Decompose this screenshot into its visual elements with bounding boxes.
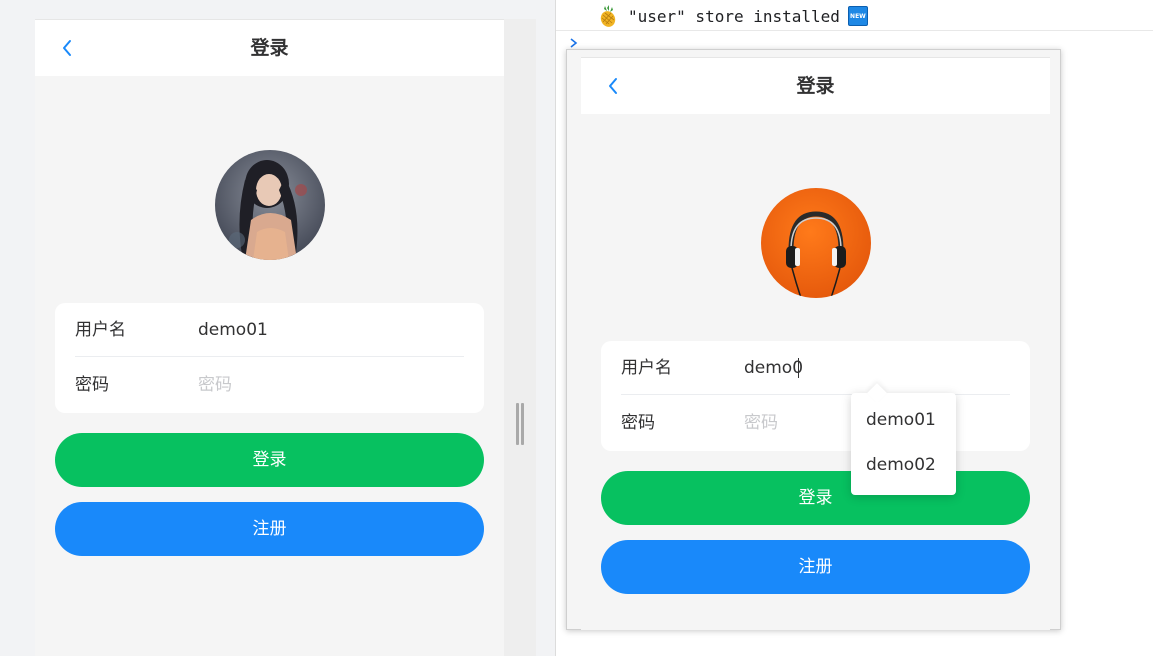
right-app-screen: 登录 用户名 demo0 密码 登录 注册: [581, 57, 1050, 630]
resize-grip-line: [521, 403, 524, 445]
login-form: 用户名 密码: [601, 341, 1030, 451]
console-message: "user" store installed NEW: [596, 5, 868, 27]
avatar: [215, 150, 325, 260]
password-row: 密码: [75, 358, 464, 412]
autocomplete-option[interactable]: demo01: [866, 408, 936, 432]
nav-bar: 登录: [581, 57, 1050, 114]
password-label: 密码: [621, 413, 655, 433]
nav-title: 登录: [250, 37, 289, 59]
autocomplete-option[interactable]: demo02: [866, 453, 936, 477]
autocomplete-dropdown: demo01 demo02: [851, 383, 956, 495]
login-button[interactable]: 登录: [601, 471, 1030, 525]
username-label: 用户名: [621, 358, 672, 378]
chevron-right-icon[interactable]: [569, 37, 579, 49]
pane-gutter: [504, 19, 536, 656]
register-button[interactable]: 注册: [55, 502, 484, 556]
login-form: 用户名 密码: [55, 303, 484, 413]
back-arrow-icon[interactable]: [57, 37, 79, 59]
left-preview-pane: 登录 用户名 demo01 密码 登录 注册: [0, 0, 556, 656]
text-caret: [798, 358, 799, 378]
username-label: 用户名: [75, 320, 126, 340]
password-label: 密码: [75, 375, 109, 395]
password-input[interactable]: [198, 358, 458, 412]
console-message-text: "user" store installed: [628, 6, 840, 26]
register-button[interactable]: 注册: [601, 540, 1030, 594]
login-button[interactable]: 登录: [55, 433, 484, 487]
pane-divider: [555, 0, 556, 656]
username-row: 用户名: [621, 341, 1010, 395]
avatar: [761, 188, 871, 298]
back-arrow-icon[interactable]: [603, 75, 625, 97]
resize-grip-line: [516, 403, 519, 445]
username-row: 用户名: [75, 303, 464, 357]
new-badge-icon: NEW: [847, 6, 868, 26]
pineapple-icon: [600, 5, 616, 27]
username-input[interactable]: [198, 303, 458, 357]
nav-title: 登录: [796, 75, 835, 97]
left-app-screen: 登录 用户名 demo01 密码 登录 注册: [35, 19, 504, 656]
nav-bar: 登录: [35, 19, 504, 76]
pane-resize-handle[interactable]: [515, 403, 525, 445]
